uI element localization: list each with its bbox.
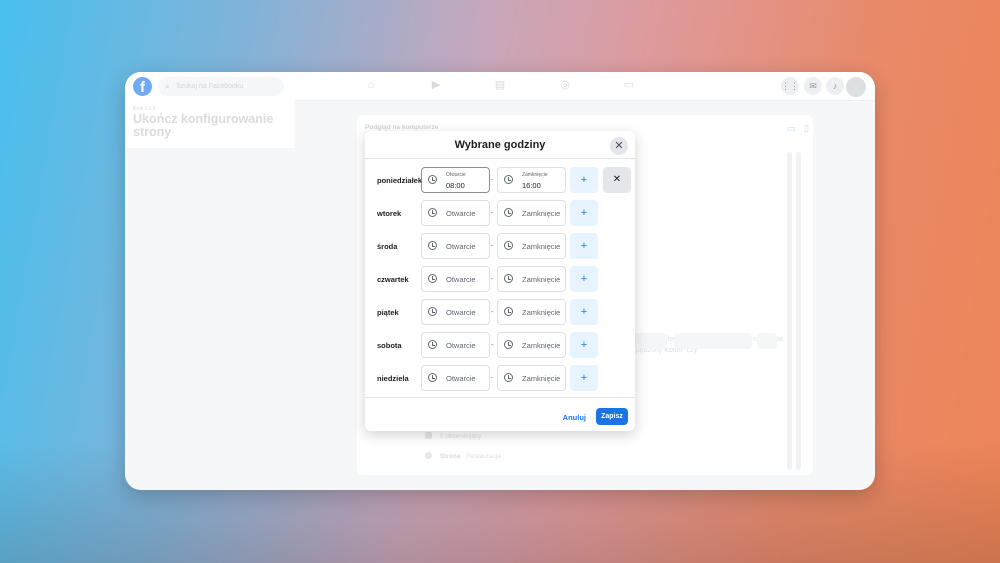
- day-row-sunday: niedziela Otwarcie - Zamknięcie +: [365, 365, 635, 392]
- separator: -: [491, 241, 494, 250]
- day-label: niedziela: [377, 374, 409, 383]
- close-time-value: 16:00: [522, 181, 541, 190]
- open-placeholder: Otwarcie: [446, 242, 476, 251]
- clock-icon: [504, 208, 513, 217]
- add-hours-button[interactable]: +: [570, 200, 598, 226]
- close-icon[interactable]: ✕: [610, 137, 628, 155]
- clock-icon: [428, 373, 437, 382]
- day-label: środa: [377, 242, 398, 251]
- close-placeholder: Zamknięcie: [522, 209, 561, 218]
- close-label: Zamknięcie: [522, 172, 548, 178]
- close-placeholder: Zamknięcie: [522, 341, 561, 350]
- day-row-thursday: czwartek Otwarcie - Zamknięcie +: [365, 266, 635, 293]
- close-placeholder: Zamknięcie: [522, 374, 561, 383]
- close-time-field[interactable]: Zamknięcie 16:00: [497, 167, 566, 193]
- close-time-field[interactable]: Zamknięcie: [497, 299, 566, 325]
- day-row-saturday: sobota Otwarcie - Zamknięcie +: [365, 332, 635, 359]
- clock-icon: [504, 274, 513, 283]
- clock-icon: [504, 241, 513, 250]
- clock-icon: [428, 340, 437, 349]
- clock-icon: [428, 208, 437, 217]
- close-placeholder: Zamknięcie: [522, 275, 561, 284]
- open-placeholder: Otwarcie: [446, 308, 476, 317]
- clock-icon: [428, 175, 437, 184]
- remove-hours-button[interactable]: ✕: [603, 167, 631, 193]
- clock-icon: [428, 307, 437, 316]
- clock-icon: [504, 340, 513, 349]
- add-hours-button[interactable]: +: [570, 167, 598, 193]
- close-time-field[interactable]: Zamknięcie: [497, 233, 566, 259]
- day-label: czwartek: [377, 275, 409, 284]
- open-time-field[interactable]: Otwarcie 08:00: [421, 167, 490, 193]
- day-row-wednesday: środa Otwarcie - Zamknięcie +: [365, 233, 635, 260]
- day-label: sobota: [377, 341, 402, 350]
- open-time-field[interactable]: Otwarcie: [421, 266, 490, 292]
- day-label: poniedziałek: [377, 176, 423, 185]
- close-time-field[interactable]: Zamknięcie: [497, 266, 566, 292]
- day-row-monday: poniedziałek Otwarcie 08:00 - Zamknięcie…: [365, 167, 635, 194]
- close-placeholder: Zamknięcie: [522, 308, 561, 317]
- open-time-field[interactable]: Otwarcie: [421, 365, 490, 391]
- clock-icon: [504, 307, 513, 316]
- close-time-field[interactable]: Zamknięcie: [497, 365, 566, 391]
- divider: [365, 397, 635, 398]
- close-time-field[interactable]: Zamknięcie: [497, 200, 566, 226]
- add-hours-button[interactable]: +: [570, 266, 598, 292]
- day-row-tuesday: wtorek Otwarcie - Zamknięcie +: [365, 200, 635, 227]
- add-hours-button[interactable]: +: [570, 233, 598, 259]
- day-row-friday: piątek Otwarcie - Zamknięcie +: [365, 299, 635, 326]
- clock-icon: [428, 241, 437, 250]
- open-time-field[interactable]: Otwarcie: [421, 332, 490, 358]
- open-placeholder: Otwarcie: [446, 209, 476, 218]
- close-time-field[interactable]: Zamknięcie: [497, 332, 566, 358]
- separator: -: [491, 373, 494, 382]
- separator: -: [491, 175, 494, 184]
- separator: -: [491, 340, 494, 349]
- clock-icon: [504, 175, 513, 184]
- add-hours-button[interactable]: +: [570, 365, 598, 391]
- day-label: wtorek: [377, 209, 402, 218]
- open-time-field[interactable]: Otwarcie: [421, 299, 490, 325]
- clock-icon: [428, 274, 437, 283]
- open-placeholder: Otwarcie: [446, 341, 476, 350]
- save-button[interactable]: Zapisz: [596, 408, 628, 425]
- browser-window: f ⌕ Szukaj na Facebooku ⌂ ▶ ▤ ◎ ▭ ⋮⋮ ✉ ♪…: [125, 72, 875, 490]
- open-time-value: 08:00: [446, 181, 465, 190]
- open-time-field[interactable]: Otwarcie: [421, 233, 490, 259]
- open-placeholder: Otwarcie: [446, 374, 476, 383]
- clock-icon: [504, 373, 513, 382]
- open-time-field[interactable]: Otwarcie: [421, 200, 490, 226]
- separator: -: [491, 208, 494, 217]
- close-placeholder: Zamknięcie: [522, 242, 561, 251]
- add-hours-button[interactable]: +: [570, 299, 598, 325]
- cancel-button[interactable]: Anuluj: [563, 413, 586, 422]
- divider: [365, 158, 635, 159]
- open-label: Otwarcie: [446, 172, 466, 178]
- separator: -: [491, 274, 494, 283]
- hours-dialog: Wybrane godziny ✕ poniedziałek Otwarcie …: [365, 131, 635, 431]
- separator: -: [491, 307, 494, 316]
- dialog-title: Wybrane godziny: [454, 139, 546, 151]
- open-placeholder: Otwarcie: [446, 275, 476, 284]
- day-label: piątek: [377, 308, 399, 317]
- add-hours-button[interactable]: +: [570, 332, 598, 358]
